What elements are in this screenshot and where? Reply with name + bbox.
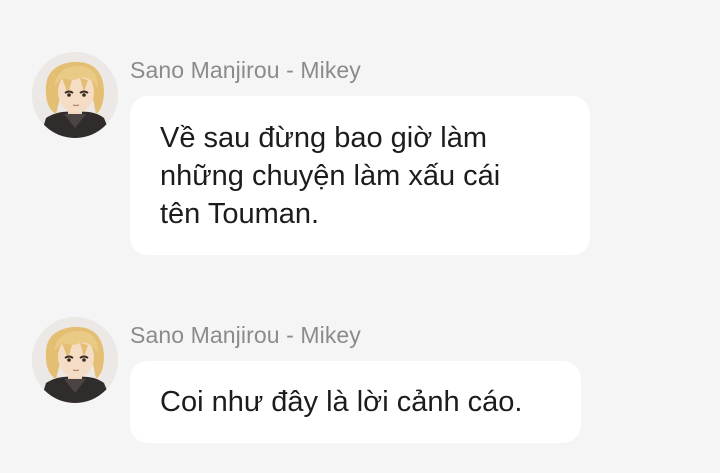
message-line: những chuyện làm xấu cái (160, 160, 501, 192)
message-line: Về sau đừng bao giờ làm (160, 122, 488, 154)
user-avatar-icon[interactable] (32, 317, 118, 403)
message-line: tên Touman. (160, 198, 320, 230)
message-bubble[interactable]: Coi như đây là lời cảnh cáo. (130, 361, 581, 443)
message-line: Coi như đây là lời cảnh cáo. (160, 386, 523, 418)
sender-name: Sano Manjirou - Mikey (130, 322, 361, 348)
message-bubble[interactable]: Về sau đừng bao giờ làm những chuyện làm… (130, 96, 590, 255)
user-avatar-icon[interactable] (32, 52, 118, 138)
sender-name: Sano Manjirou - Mikey (130, 57, 361, 83)
